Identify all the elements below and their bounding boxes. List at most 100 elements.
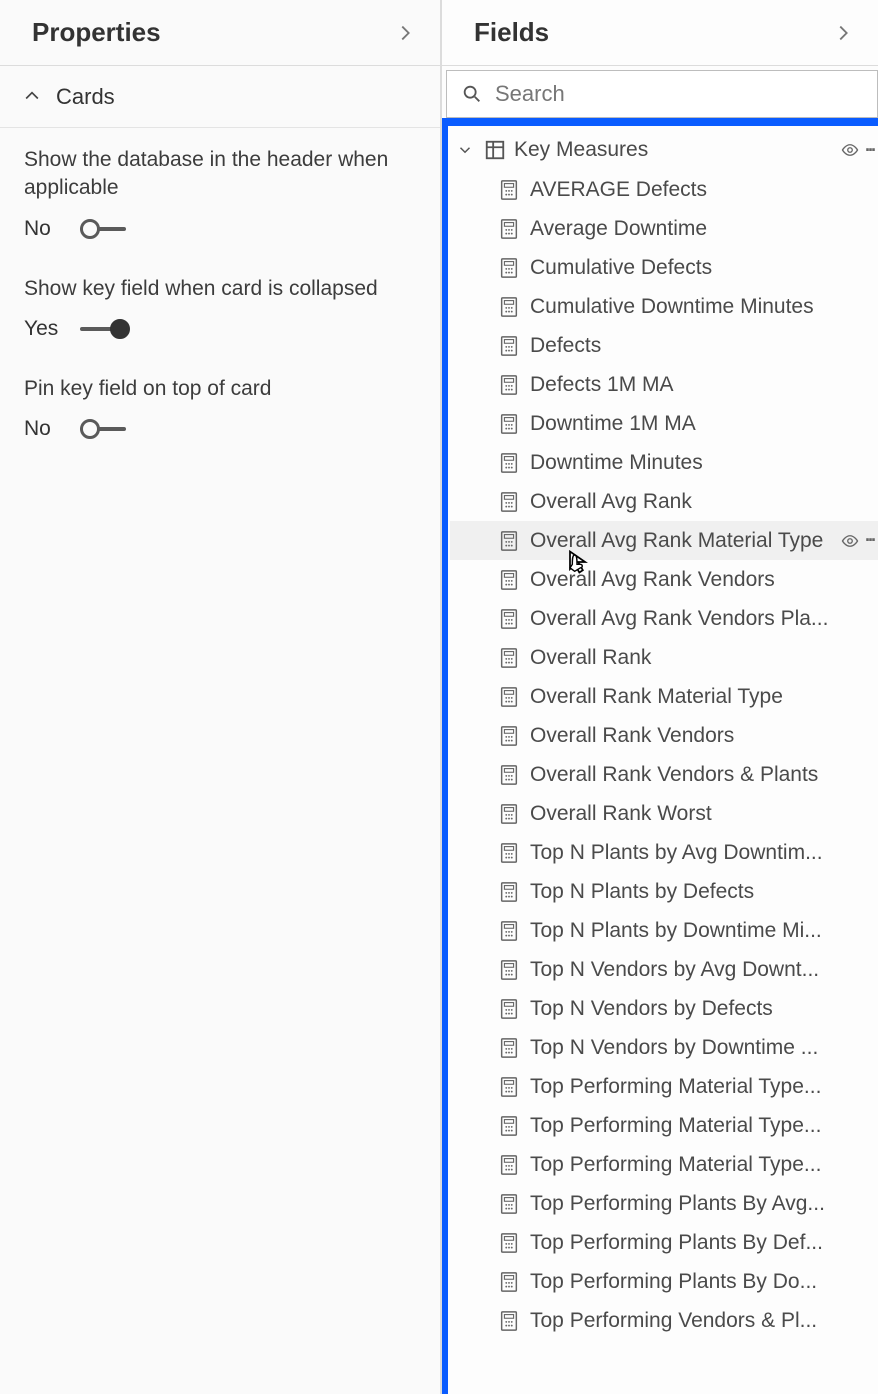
- field-item[interactable]: Top Performing Plants By Do...: [450, 1262, 878, 1301]
- prop-show-key-field-toggle[interactable]: [80, 318, 132, 340]
- measure-icon: [498, 179, 520, 201]
- cards-section-header[interactable]: Cards: [0, 66, 440, 128]
- field-item[interactable]: Top N Vendors by Avg Downt...: [450, 950, 878, 989]
- chevron-down-icon: [456, 141, 476, 159]
- search-placeholder: Search: [495, 81, 565, 107]
- field-label: Overall Rank Vendors & Plants: [530, 763, 874, 787]
- prop-pin-key-field: Pin key field on top of card No: [24, 375, 416, 441]
- field-item[interactable]: Downtime Minutes: [450, 443, 878, 482]
- field-label: Overall Rank Worst: [530, 802, 874, 826]
- measure-icon: [498, 413, 520, 435]
- prop-show-database-toggle[interactable]: [80, 218, 132, 240]
- field-item[interactable]: Top Performing Material Type...: [450, 1106, 878, 1145]
- eye-icon[interactable]: [841, 532, 859, 550]
- field-item[interactable]: Overall Avg Rank: [450, 482, 878, 521]
- field-item[interactable]: Top Performing Material Type...: [450, 1067, 878, 1106]
- prop-show-database-state: No: [24, 217, 68, 241]
- field-label: Top N Plants by Defects: [530, 880, 874, 904]
- prop-show-key-field-state: Yes: [24, 317, 68, 341]
- measure-icon: [498, 1310, 520, 1332]
- more-icon[interactable]: ···: [865, 530, 874, 551]
- field-item[interactable]: Average Downtime: [450, 209, 878, 248]
- properties-title: Properties: [32, 17, 161, 48]
- properties-body: Show the database in the header when app…: [0, 128, 440, 493]
- field-label: Top N Plants by Avg Downtim...: [530, 841, 874, 865]
- prop-pin-key-field-label: Pin key field on top of card: [24, 375, 416, 403]
- field-label: Overall Avg Rank Material Type: [530, 529, 831, 553]
- measure-icon: [498, 1232, 520, 1254]
- prop-show-key-field-label: Show key field when card is collapsed: [24, 275, 416, 303]
- fields-title: Fields: [474, 17, 549, 48]
- field-list: AVERAGE Defects Average Downtime Cumulativ…: [450, 170, 878, 1340]
- field-item[interactable]: Top Performing Material Type...: [450, 1145, 878, 1184]
- field-item[interactable]: Cumulative Defects: [450, 248, 878, 287]
- measure-icon: [498, 803, 520, 825]
- field-label: Overall Avg Rank Vendors: [530, 568, 874, 592]
- fields-area: Key Measures ··· AVERAGE Defects Average …: [442, 118, 878, 1394]
- cards-section-title: Cards: [56, 84, 115, 110]
- field-item[interactable]: Top N Vendors by Downtime ...: [450, 1028, 878, 1067]
- field-label: Top Performing Plants By Avg...: [530, 1192, 874, 1216]
- measure-icon: [498, 920, 520, 942]
- field-label: Average Downtime: [530, 217, 874, 241]
- fields-header[interactable]: Fields: [442, 0, 878, 66]
- chevron-right-icon[interactable]: [394, 22, 416, 44]
- measure-icon: [498, 257, 520, 279]
- measure-icon: [498, 959, 520, 981]
- field-item[interactable]: Overall Avg Rank Vendors Pla...: [450, 599, 878, 638]
- table-key-measures[interactable]: Key Measures ···: [450, 130, 878, 170]
- prop-pin-key-field-toggle[interactable]: [80, 418, 132, 440]
- field-label: Overall Rank Material Type: [530, 685, 874, 709]
- measure-icon: [498, 374, 520, 396]
- row-actions[interactable]: ···: [841, 140, 874, 161]
- field-item[interactable]: Cumulative Downtime Minutes: [450, 287, 878, 326]
- field-label: Defects 1M MA: [530, 373, 874, 397]
- field-item[interactable]: Downtime 1M MA: [450, 404, 878, 443]
- properties-header[interactable]: Properties: [0, 0, 440, 66]
- measure-icon: [498, 842, 520, 864]
- field-label: Overall Avg Rank: [530, 490, 874, 514]
- field-item[interactable]: Overall Rank: [450, 638, 878, 677]
- measure-icon: [498, 296, 520, 318]
- measure-icon: [498, 1037, 520, 1059]
- more-icon[interactable]: ···: [865, 140, 874, 161]
- field-item[interactable]: Top N Plants by Defects: [450, 872, 878, 911]
- field-label: Top Performing Plants By Def...: [530, 1231, 874, 1255]
- measure-icon: [498, 569, 520, 591]
- field-item[interactable]: Defects 1M MA: [450, 365, 878, 404]
- field-label: Top Performing Material Type...: [530, 1114, 874, 1138]
- field-label: Top N Vendors by Avg Downt...: [530, 958, 874, 982]
- field-item[interactable]: Overall Rank Material Type: [450, 677, 878, 716]
- field-item[interactable]: Overall Avg Rank Vendors: [450, 560, 878, 599]
- chevron-right-icon[interactable]: [832, 22, 854, 44]
- field-item[interactable]: Top Performing Plants By Def...: [450, 1223, 878, 1262]
- measure-icon: [498, 1076, 520, 1098]
- field-label: Overall Rank: [530, 646, 874, 670]
- properties-pane: Properties Cards Show the database in th…: [0, 0, 442, 1394]
- field-item[interactable]: Top Performing Vendors & Pl...: [450, 1301, 878, 1340]
- table-name: Key Measures: [514, 138, 833, 162]
- field-item[interactable]: Overall Rank Vendors & Plants: [450, 755, 878, 794]
- measure-icon: [498, 647, 520, 669]
- field-item[interactable]: Overall Rank Worst: [450, 794, 878, 833]
- field-item[interactable]: AVERAGE Defects: [450, 170, 878, 209]
- search-input[interactable]: Search: [446, 70, 878, 118]
- prop-pin-key-field-state: No: [24, 417, 68, 441]
- field-item[interactable]: Top N Vendors by Defects: [450, 989, 878, 1028]
- measure-icon: [498, 1154, 520, 1176]
- row-actions[interactable]: ···: [841, 530, 874, 551]
- field-label: Overall Rank Vendors: [530, 724, 874, 748]
- prop-show-database-label: Show the database in the header when app…: [24, 146, 416, 203]
- prop-show-database: Show the database in the header when app…: [24, 146, 416, 241]
- chevron-up-icon: [22, 86, 42, 106]
- field-item[interactable]: Top N Plants by Downtime Mi...: [450, 911, 878, 950]
- field-item[interactable]: Top Performing Plants By Avg...: [450, 1184, 878, 1223]
- eye-icon[interactable]: [841, 141, 859, 159]
- field-item[interactable]: Overall Avg Rank Material Type ···: [450, 521, 878, 560]
- field-label: Top N Vendors by Downtime ...: [530, 1036, 874, 1060]
- field-item[interactable]: Top N Plants by Avg Downtim...: [450, 833, 878, 872]
- field-label: AVERAGE Defects: [530, 178, 874, 202]
- field-item[interactable]: Defects: [450, 326, 878, 365]
- field-item[interactable]: Overall Rank Vendors: [450, 716, 878, 755]
- field-label: Top Performing Material Type...: [530, 1153, 874, 1177]
